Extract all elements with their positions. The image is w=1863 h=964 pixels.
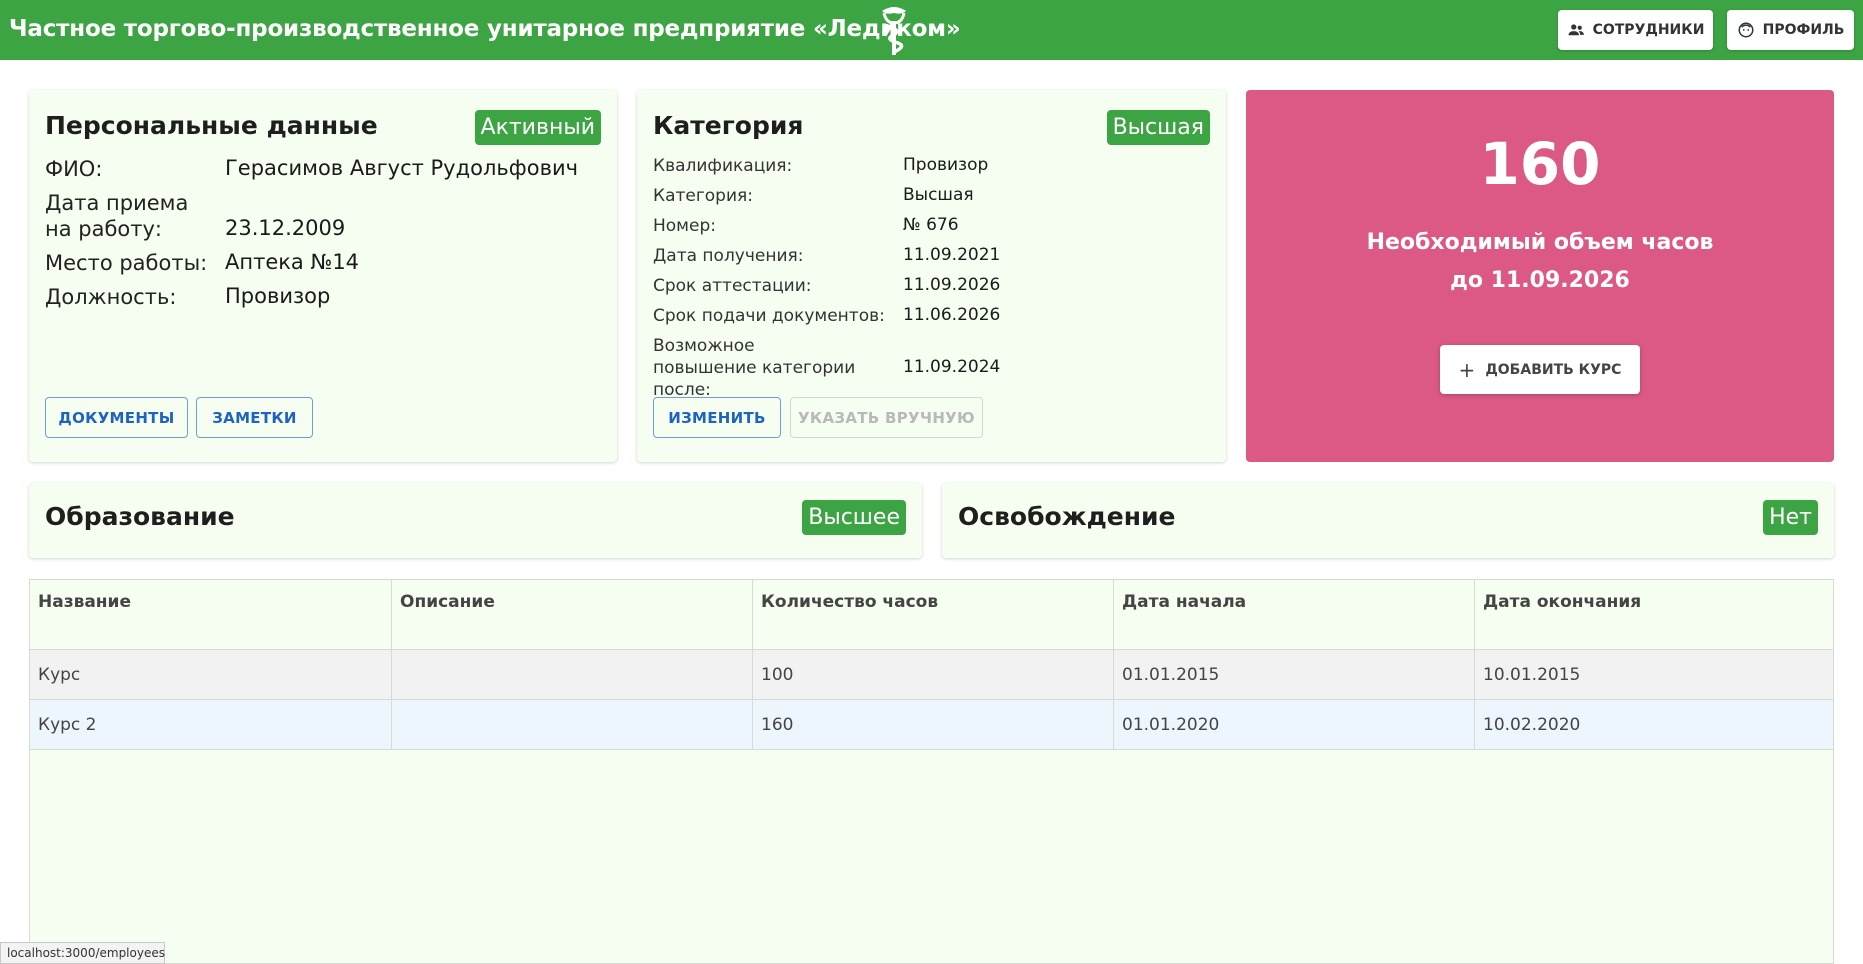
cell-hours: 100	[753, 650, 1114, 700]
cell-description	[392, 650, 753, 700]
promotion-date-label: Возможное повышение категории после:	[653, 336, 856, 400]
required-hours-line2: до 11.09.2026	[1450, 268, 1630, 293]
profile-label: ПРОФИЛЬ	[1762, 22, 1845, 38]
required-hours-value: 160	[1479, 130, 1601, 198]
column-header-hours[interactable]: Количество часов	[753, 580, 1114, 650]
category-card: Категория Высшая Квалификация: Провизор …	[637, 90, 1226, 462]
plus-icon: +	[1458, 357, 1476, 382]
column-header-name[interactable]: Название	[30, 580, 392, 650]
cell-name: Курс	[30, 650, 392, 700]
required-hours-line1: Необходимый объем часов	[1366, 230, 1714, 255]
employees-label: СОТРУДНИКИ	[1592, 22, 1705, 38]
cell-start-date: 01.01.2020	[1114, 700, 1475, 750]
cell-description	[392, 700, 753, 750]
courses-table: Название Описание Количество часов Дата …	[29, 579, 1834, 964]
attestation-date-value: 11.09.2026	[903, 275, 1001, 295]
cell-end-date: 10.01.2015	[1483, 665, 1581, 685]
hire-date-label: Дата приема на работу:	[45, 191, 189, 241]
position-value: Провизор	[225, 284, 331, 308]
browser-status-url: localhost:3000/employees	[0, 942, 165, 964]
category-badge: Высшая	[1106, 110, 1210, 145]
promotion-date-value: 11.09.2024	[903, 357, 1001, 377]
manual-input-button[interactable]: УКАЗАТЬ ВРУЧНУЮ	[790, 397, 983, 438]
position-label: Должность:	[45, 285, 177, 309]
cell-start-date: 01.01.2015	[1114, 650, 1475, 700]
fio-value: Герасимов Август Рудольфович	[225, 156, 579, 180]
company-title: Частное торгово-производственное унитарн…	[9, 16, 961, 42]
personal-data-title: Персональные данные	[45, 111, 378, 140]
workplace-label: Место работы:	[45, 251, 208, 275]
people-icon	[1568, 24, 1584, 36]
workplace-value: Аптека №14	[225, 250, 360, 274]
profile-button[interactable]: ПРОФИЛЬ	[1727, 10, 1854, 50]
documents-button[interactable]: ДОКУМЕНТЫ	[45, 397, 188, 438]
category-value: Высшая	[903, 185, 974, 205]
add-course-button[interactable]: + ДОБАВИТЬ КУРС	[1440, 345, 1640, 394]
number-label: Номер:	[653, 216, 716, 236]
received-date-value: 11.09.2021	[903, 245, 1001, 265]
cell-hours: 160	[753, 700, 1114, 750]
category-label: Категория:	[653, 186, 753, 206]
column-header-description[interactable]: Описание	[392, 580, 753, 650]
personal-data-card: Персональные данные Активный ФИО: Гераси…	[29, 90, 617, 462]
employees-button[interactable]: СОТРУДНИКИ	[1558, 10, 1713, 50]
table-row[interactable]: Курс 100 01.01.2015 10.01.2015	[30, 650, 1833, 700]
submission-date-label: Срок подачи документов:	[653, 306, 885, 326]
add-course-label: ДОБАВИТЬ КУРС	[1485, 361, 1622, 378]
cell-name: Курс 2	[30, 700, 392, 750]
exemption-badge: Нет	[1763, 500, 1818, 535]
fio-label: ФИО:	[45, 157, 103, 181]
cell-end-date: 10.02.2020	[1483, 715, 1581, 735]
attestation-date-label: Срок аттестации:	[653, 276, 812, 296]
column-header-start-date[interactable]: Дата начала	[1114, 580, 1475, 650]
number-value: № 676	[903, 215, 959, 235]
exemption-title: Освобождение	[958, 502, 1176, 531]
pharmacy-logo-icon	[882, 7, 906, 55]
qualification-value: Провизор	[903, 155, 989, 175]
required-hours-caption: Необходимый объем часов до 11.09.2026	[1246, 224, 1834, 300]
submission-date-value: 11.06.2026	[903, 305, 1001, 325]
education-badge: Высшее	[802, 500, 906, 535]
exemption-card: Освобождение Нет	[942, 483, 1834, 558]
notes-button[interactable]: ЗАМЕТКИ	[196, 397, 313, 438]
received-date-label: Дата получения:	[653, 246, 804, 266]
hire-date-value: 23.12.2009	[225, 216, 346, 240]
face-icon	[1738, 22, 1754, 38]
qualification-label: Квалификация:	[653, 156, 793, 176]
app-header: Частное торгово-производственное унитарн…	[0, 0, 1863, 60]
column-header-end-date[interactable]: Дата окончания	[1475, 580, 1833, 650]
education-title: Образование	[45, 502, 235, 531]
education-card: Образование Высшее	[29, 483, 922, 558]
status-badge: Активный	[474, 110, 601, 145]
category-title: Категория	[653, 111, 804, 140]
required-hours-card: 160 Необходимый объем часов до 11.09.202…	[1246, 90, 1834, 462]
edit-button[interactable]: ИЗМЕНИТЬ	[653, 397, 781, 438]
table-row[interactable]: Курс 2 160 01.01.2020 10.02.2020	[30, 700, 1833, 750]
